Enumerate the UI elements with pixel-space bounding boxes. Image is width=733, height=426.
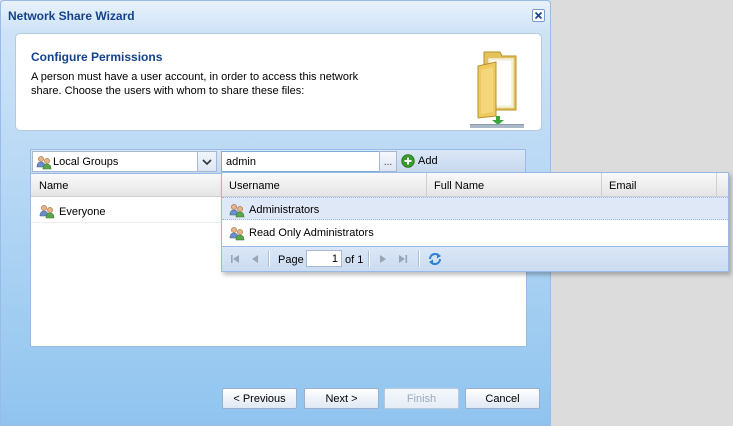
page-number-input[interactable] — [306, 250, 342, 267]
add-user-label: Add — [418, 155, 438, 167]
pager-separator — [268, 251, 270, 267]
column-header-name[interactable]: Name — [39, 180, 68, 192]
user-search-input[interactable] — [221, 151, 381, 172]
page-count-label: of 1 — [345, 254, 364, 266]
last-page-icon — [399, 255, 408, 263]
next-button[interactable]: Next > — [304, 388, 379, 409]
previous-page-button[interactable] — [248, 252, 262, 266]
column-header-full-name[interactable]: Full Name — [427, 173, 602, 196]
first-page-button[interactable] — [228, 252, 242, 266]
previous-page-icon — [252, 255, 258, 263]
cancel-button[interactable]: Cancel — [465, 388, 540, 409]
pager-separator — [368, 251, 370, 267]
group-type-dropdown-button[interactable] — [197, 152, 216, 171]
refresh-button[interactable] — [427, 251, 443, 267]
group-icon — [36, 156, 52, 170]
chevron-down-icon — [202, 159, 212, 166]
results-header: Username Full Name Email — [222, 173, 728, 197]
pager-separator — [418, 251, 420, 267]
group-icon — [229, 227, 245, 241]
add-icon — [401, 154, 415, 168]
column-header-email[interactable]: Email — [602, 173, 717, 196]
group-icon — [39, 205, 55, 219]
page-label: Page — [278, 254, 304, 266]
results-pager: Page of 1 — [222, 246, 728, 271]
list-item[interactable]: Administrators — [222, 197, 728, 220]
window-title: Network Share Wizard — [8, 9, 135, 23]
shared-folder-icon — [470, 51, 524, 128]
next-page-button[interactable] — [376, 252, 390, 266]
group-type-value: Local Groups — [53, 156, 119, 168]
first-page-icon — [231, 255, 239, 263]
page-title: Configure Permissions — [31, 50, 163, 64]
close-button[interactable] — [532, 9, 545, 22]
refresh-icon — [429, 253, 441, 265]
result-username: Administrators — [249, 204, 320, 216]
column-header-username[interactable]: Username — [222, 173, 427, 196]
next-page-icon — [380, 255, 386, 263]
header-panel: Configure Permissions A person must have… — [15, 33, 542, 131]
user-search-results: Username Full Name Email Administrators … — [221, 172, 729, 272]
previous-button[interactable]: < Previous — [222, 388, 297, 409]
page-description: A person must have a user account, in or… — [31, 71, 359, 97]
row-name: Everyone — [59, 206, 106, 218]
finish-button[interactable]: Finish — [384, 388, 459, 409]
group-icon — [229, 204, 245, 218]
group-type-combo[interactable]: Local Groups — [32, 151, 217, 172]
close-icon — [534, 11, 543, 20]
result-username: Read Only Administrators — [249, 227, 374, 239]
title-bar: Network Share Wizard — [1, 1, 550, 29]
last-page-button[interactable] — [396, 252, 410, 266]
list-item[interactable]: Read Only Administrators — [222, 221, 728, 244]
browse-users-button[interactable]: ... — [379, 151, 397, 172]
